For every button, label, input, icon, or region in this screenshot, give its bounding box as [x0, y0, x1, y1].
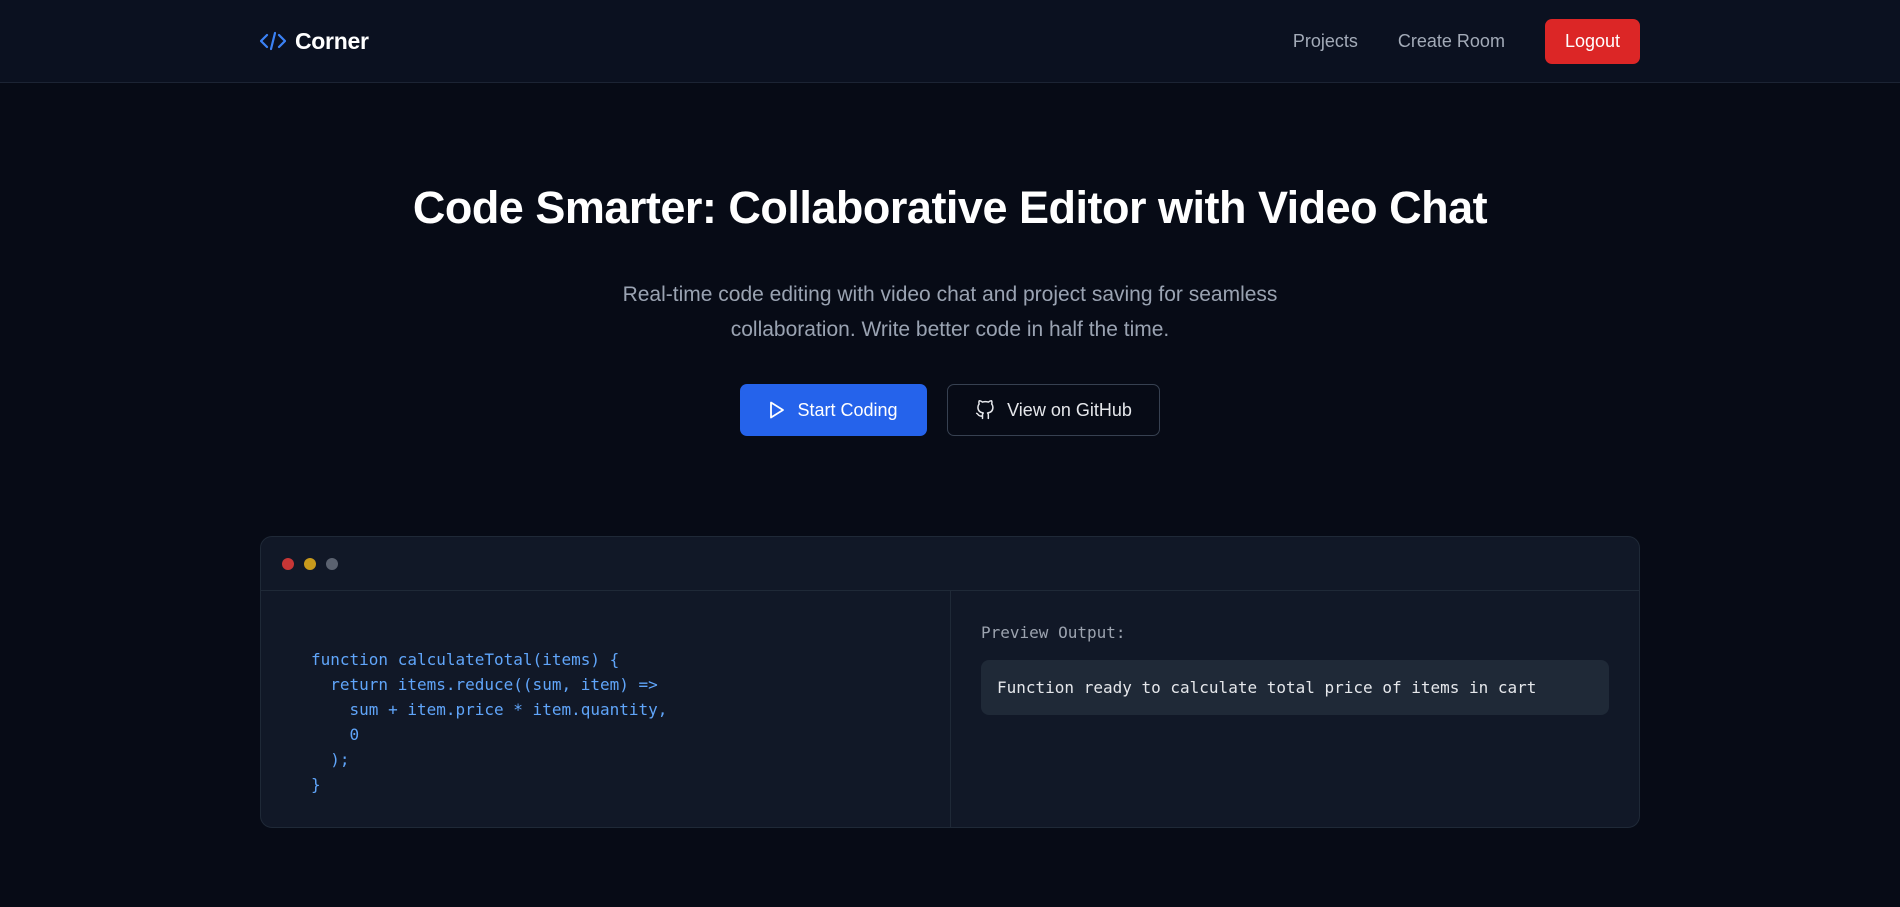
- play-icon: [770, 401, 785, 419]
- preview-pane: Preview Output: Function ready to calcul…: [951, 591, 1639, 827]
- start-coding-button[interactable]: Start Coding: [740, 384, 927, 436]
- nav-links: Projects Create Room Logout: [1293, 18, 1640, 64]
- nav-link-create-room[interactable]: Create Room: [1398, 31, 1505, 52]
- preview-label: Preview Output:: [981, 623, 1126, 642]
- nav-link-projects[interactable]: Projects: [1293, 31, 1358, 52]
- brand-logo[interactable]: Corner: [260, 26, 369, 56]
- logout-button[interactable]: Logout: [1544, 18, 1640, 64]
- code-pane: function calculateTotal(items) { return …: [261, 591, 951, 827]
- code-line: function calculateTotal(items) {: [311, 650, 620, 669]
- start-coding-label: Start Coding: [797, 399, 898, 420]
- window-dot-yellow: [304, 557, 316, 570]
- hero-subtitle: Real-time code editing with video chat a…: [622, 283, 1278, 341]
- hero-title: Code Smarter: Collaborative Editor with …: [412, 182, 1488, 233]
- window-dot-red: [282, 557, 294, 570]
- code-line: return items.reduce((sum, item) =>: [311, 675, 658, 694]
- preview-output: Function ready to calculate total price …: [981, 660, 1609, 715]
- code-line: );: [311, 750, 350, 769]
- view-github-button[interactable]: View on GitHub: [947, 384, 1160, 436]
- editor-body: function calculateTotal(items) { return …: [261, 591, 1639, 827]
- code-editor-preview: function calculateTotal(items) { return …: [260, 536, 1640, 828]
- code-icon: [260, 31, 286, 51]
- code-line: }: [311, 775, 321, 794]
- code-line: 0: [311, 725, 360, 744]
- view-github-label: View on GitHub: [1007, 399, 1132, 420]
- editor-titlebar: [261, 537, 1639, 591]
- hero-actions: Start Coding View on GitHub: [0, 384, 1900, 436]
- brand-name: Corner: [295, 27, 369, 54]
- github-icon: [976, 400, 994, 420]
- navbar: Corner Projects Create Room Logout: [0, 0, 1900, 83]
- window-dot-gray: [326, 557, 338, 570]
- code-line: sum + item.price * item.quantity,: [311, 700, 668, 719]
